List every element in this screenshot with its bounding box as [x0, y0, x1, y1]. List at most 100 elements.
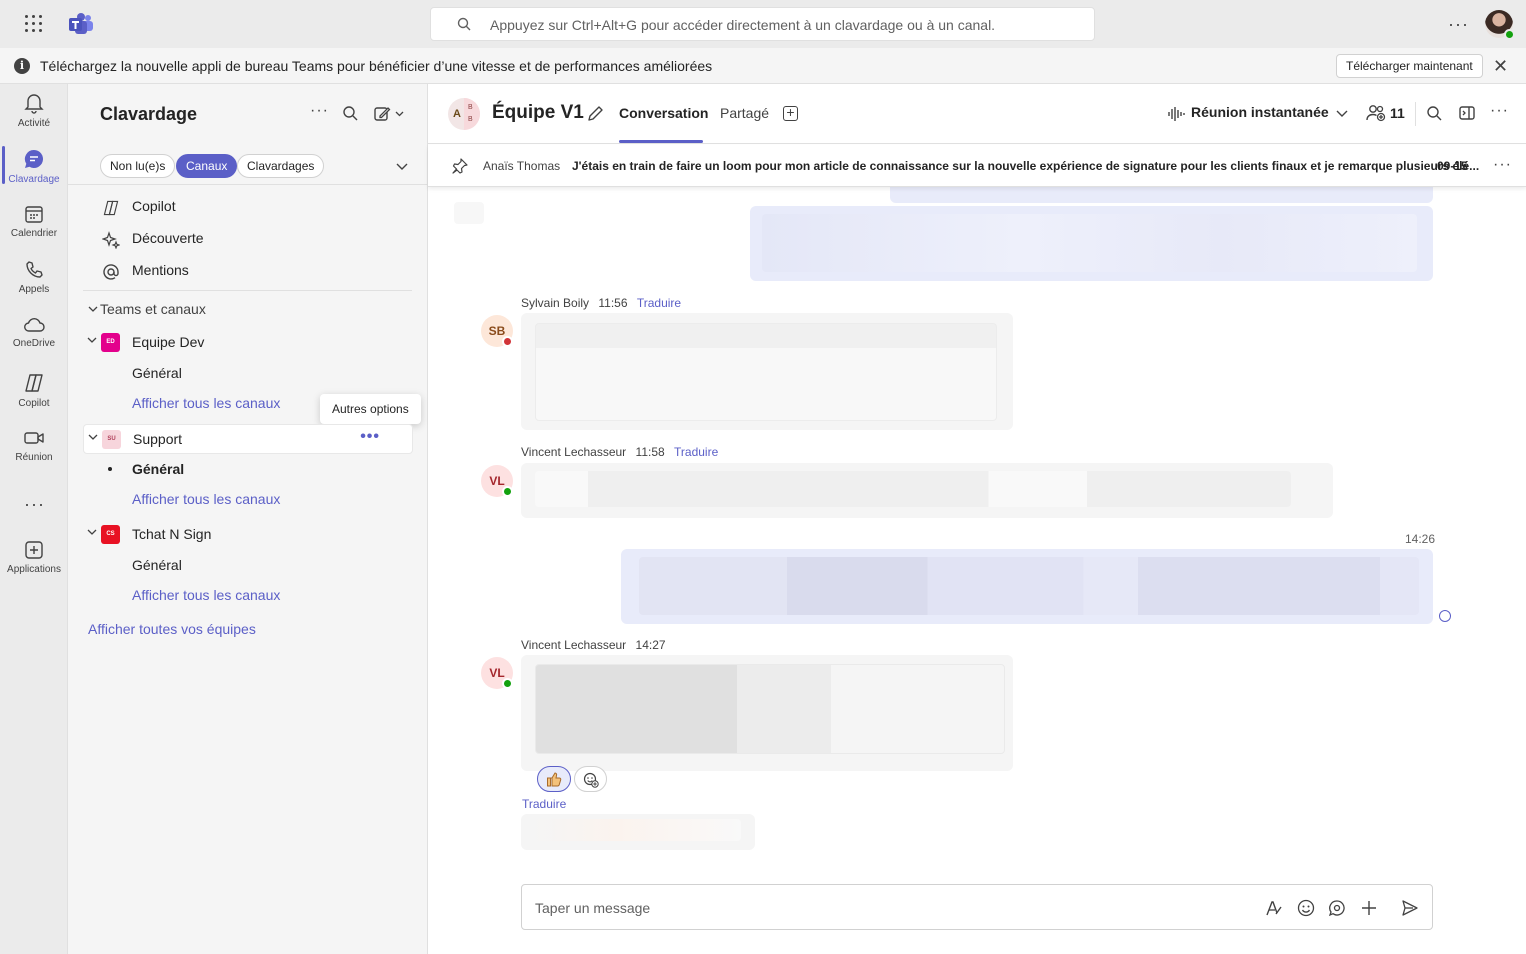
more-options-icon[interactable]: •••: [360, 428, 380, 446]
plus-icon[interactable]: [1360, 899, 1378, 917]
own-message-bubble[interactable]: [621, 549, 1433, 624]
chevron-down-icon: [87, 529, 97, 535]
translate-link[interactable]: Traduire: [637, 296, 681, 310]
show-all-channels-link[interactable]: Afficher tous les canaux: [132, 587, 280, 603]
search-icon[interactable]: [343, 106, 358, 121]
nav-label: Mentions: [132, 262, 189, 278]
redacted-content: [454, 202, 484, 224]
rail-item-apps[interactable]: Applications: [0, 532, 68, 588]
rail-label-calendar: Calendrier: [10, 228, 58, 239]
panel-title: Clavardage: [100, 104, 198, 124]
tab-shared[interactable]: Partagé: [720, 105, 769, 121]
open-pane-icon[interactable]: [1459, 106, 1475, 121]
bell-icon: [24, 94, 44, 114]
meet-now-label: Réunion instantanée: [1191, 104, 1329, 120]
more-options-icon[interactable]: ···: [1490, 102, 1509, 120]
download-now-button[interactable]: Télécharger maintenant: [1336, 54, 1483, 78]
show-all-channels-link[interactable]: Afficher tous les canaux: [132, 395, 280, 411]
team-tchat-n-sign[interactable]: CS Tchat N Sign: [83, 520, 413, 550]
team-avatar-letter: A: [453, 108, 461, 120]
add-tab-icon[interactable]: +: [783, 105, 798, 121]
redacted-content: [639, 557, 1419, 615]
message-bubble[interactable]: [521, 463, 1333, 518]
rail-item-activity[interactable]: Activité: [0, 84, 68, 140]
channel-title: Équipe V1: [492, 102, 584, 123]
format-icon[interactable]: [1265, 899, 1283, 917]
more-options-icon[interactable]: ···: [310, 102, 329, 120]
banner-text: Téléchargez la nouvelle appli de bureau …: [40, 58, 713, 74]
filter-unread[interactable]: Non lu(e)s: [100, 154, 176, 178]
rail-item-chat[interactable]: Clavardage: [0, 140, 68, 196]
rail-item-meeting[interactable]: Réunion: [0, 420, 68, 476]
more-options-icon[interactable]: ···: [1493, 156, 1512, 174]
message-bubble[interactable]: [521, 655, 1013, 771]
loop-icon[interactable]: [1328, 899, 1346, 917]
search-icon[interactable]: [1427, 106, 1442, 121]
edit-icon[interactable]: [586, 105, 604, 123]
own-message-bubble[interactable]: [750, 206, 1433, 281]
filter-chats[interactable]: Clavardages: [237, 154, 325, 178]
rail-item-calls[interactable]: Appels: [0, 252, 68, 308]
rail-item-copilot[interactable]: Copilot: [0, 364, 68, 420]
active-channel-indicator: [108, 467, 112, 471]
chevron-down-icon[interactable]: [1336, 110, 1348, 118]
message-bubble[interactable]: [521, 313, 1013, 430]
message-composer[interactable]: Taper un message: [521, 884, 1433, 930]
message-time: 14:27: [635, 638, 666, 652]
message-time: 11:58: [635, 445, 665, 459]
show-all-teams-link[interactable]: Afficher toutes vos équipes: [88, 621, 256, 637]
close-icon[interactable]: ✕: [1493, 57, 1508, 75]
emoji-icon[interactable]: [1297, 899, 1315, 917]
rail-item-calendar[interactable]: Calendrier: [0, 196, 68, 252]
translate-link[interactable]: Traduire: [674, 445, 718, 459]
message-header: Vincent Lechasseur 11:58 Traduire: [521, 445, 718, 459]
tab-conversation[interactable]: Conversation: [619, 105, 708, 121]
like-reaction-button[interactable]: [537, 766, 571, 792]
channel-general[interactable]: Général: [132, 365, 182, 381]
pinned-message-text: J'étais en train de faire un loom pour m…: [572, 159, 1480, 173]
team-support[interactable]: SU Support •••: [83, 424, 413, 454]
add-reaction-button[interactable]: [574, 766, 607, 792]
team-name: Support: [133, 431, 183, 447]
message-bubble[interactable]: [521, 814, 755, 850]
at-icon: [103, 264, 119, 280]
sender-name: Vincent Lechasseur: [521, 445, 627, 459]
translate-link[interactable]: Traduire: [522, 797, 566, 811]
team-avatar-letter-b: B: [468, 116, 473, 123]
send-icon[interactable]: [1401, 899, 1419, 917]
pinned-message-bar[interactable]: Anaïs Thomas J'étais en train de faire u…: [428, 145, 1526, 187]
user-avatar[interactable]: [1485, 10, 1515, 40]
new-chat-icon[interactable]: [374, 106, 404, 122]
more-apps-icon[interactable]: ···: [24, 494, 45, 515]
channel-general[interactable]: Général: [132, 461, 184, 477]
message-time: 11:56: [598, 296, 628, 310]
more-options-icon[interactable]: ···: [1448, 14, 1469, 35]
audio-wave-icon: [1168, 107, 1185, 121]
team-equipe-dev[interactable]: ED Equipe Dev: [83, 328, 413, 358]
update-banner: i Téléchargez la nouvelle appli de burea…: [0, 48, 1526, 84]
calendar-icon: [25, 206, 43, 223]
chevron-down-icon: [88, 306, 98, 312]
chevron-down-icon[interactable]: [396, 163, 408, 171]
participants-button[interactable]: 11: [1366, 104, 1405, 125]
message-header: Sylvain Boily 11:56 Traduire: [521, 296, 681, 310]
cloud-icon: [24, 318, 45, 332]
channel-general[interactable]: Général: [132, 557, 182, 573]
top-bar: Appuyez sur Ctrl+Alt+G pour accéder dire…: [0, 0, 1526, 48]
search-bar[interactable]: Appuyez sur Ctrl+Alt+G pour accéder dire…: [430, 7, 1095, 41]
available-status-icon: [502, 678, 513, 689]
chat-list-panel: Clavardage ··· Non lu(e)s Canaux Clavard…: [68, 84, 428, 954]
team-avatar: A B B: [448, 98, 480, 130]
show-all-channels-link[interactable]: Afficher tous les canaux: [132, 491, 280, 507]
thumbs-up-icon: [547, 772, 562, 787]
filter-channels[interactable]: Canaux: [176, 154, 238, 178]
rail-label-meeting: Réunion: [15, 452, 53, 463]
participant-count: 11: [1390, 105, 1405, 121]
app-launcher-icon[interactable]: [24, 14, 44, 34]
seen-receipt-icon: [1439, 610, 1451, 622]
rail-item-onedrive[interactable]: OneDrive: [0, 308, 68, 364]
rail-label-apps: Applications: [7, 564, 61, 575]
pinned-date: 09-15: [1437, 159, 1468, 173]
pin-icon: [452, 158, 468, 174]
own-message-bubble[interactable]: [890, 187, 1433, 203]
